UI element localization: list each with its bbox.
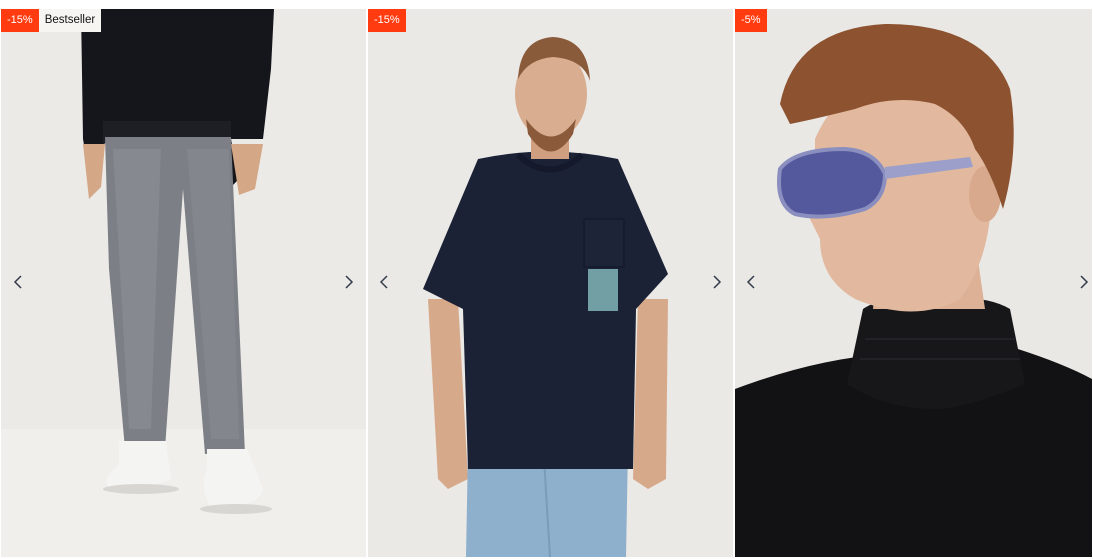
chevron-left-icon: [379, 275, 388, 289]
chevron-right-icon: [345, 275, 354, 289]
product-badges: -15% Bestseller: [1, 9, 102, 32]
chevron-right-icon: [1080, 275, 1089, 289]
product-image-turtleneck[interactable]: [735, 9, 1092, 557]
product-badges: -5%: [735, 9, 767, 32]
discount-badge: -15%: [1, 9, 39, 32]
carousel-next-button[interactable]: [706, 271, 728, 293]
carousel-next-button[interactable]: [338, 271, 360, 293]
chevron-left-icon: [13, 275, 22, 289]
product-badges: -15%: [368, 9, 406, 32]
product-image-tshirt[interactable]: [368, 9, 733, 557]
carousel-prev-button[interactable]: [373, 271, 395, 293]
chevron-left-icon: [746, 275, 755, 289]
discount-badge: -15%: [368, 9, 406, 32]
product-card-tshirt[interactable]: -15%: [368, 9, 733, 557]
carousel-next-button[interactable]: [1073, 271, 1092, 293]
product-card-jeans[interactable]: -15% Bestseller: [1, 9, 366, 557]
product-card-turtleneck[interactable]: -5%: [735, 9, 1092, 557]
chevron-right-icon: [713, 275, 722, 289]
carousel-prev-button[interactable]: [740, 271, 762, 293]
product-carousel: -15% Bestseller -15% -5%: [0, 0, 1093, 559]
bestseller-badge: Bestseller: [38, 9, 102, 32]
carousel-prev-button[interactable]: [7, 271, 29, 293]
discount-badge: -5%: [735, 9, 767, 32]
product-image-jeans[interactable]: [1, 9, 366, 557]
